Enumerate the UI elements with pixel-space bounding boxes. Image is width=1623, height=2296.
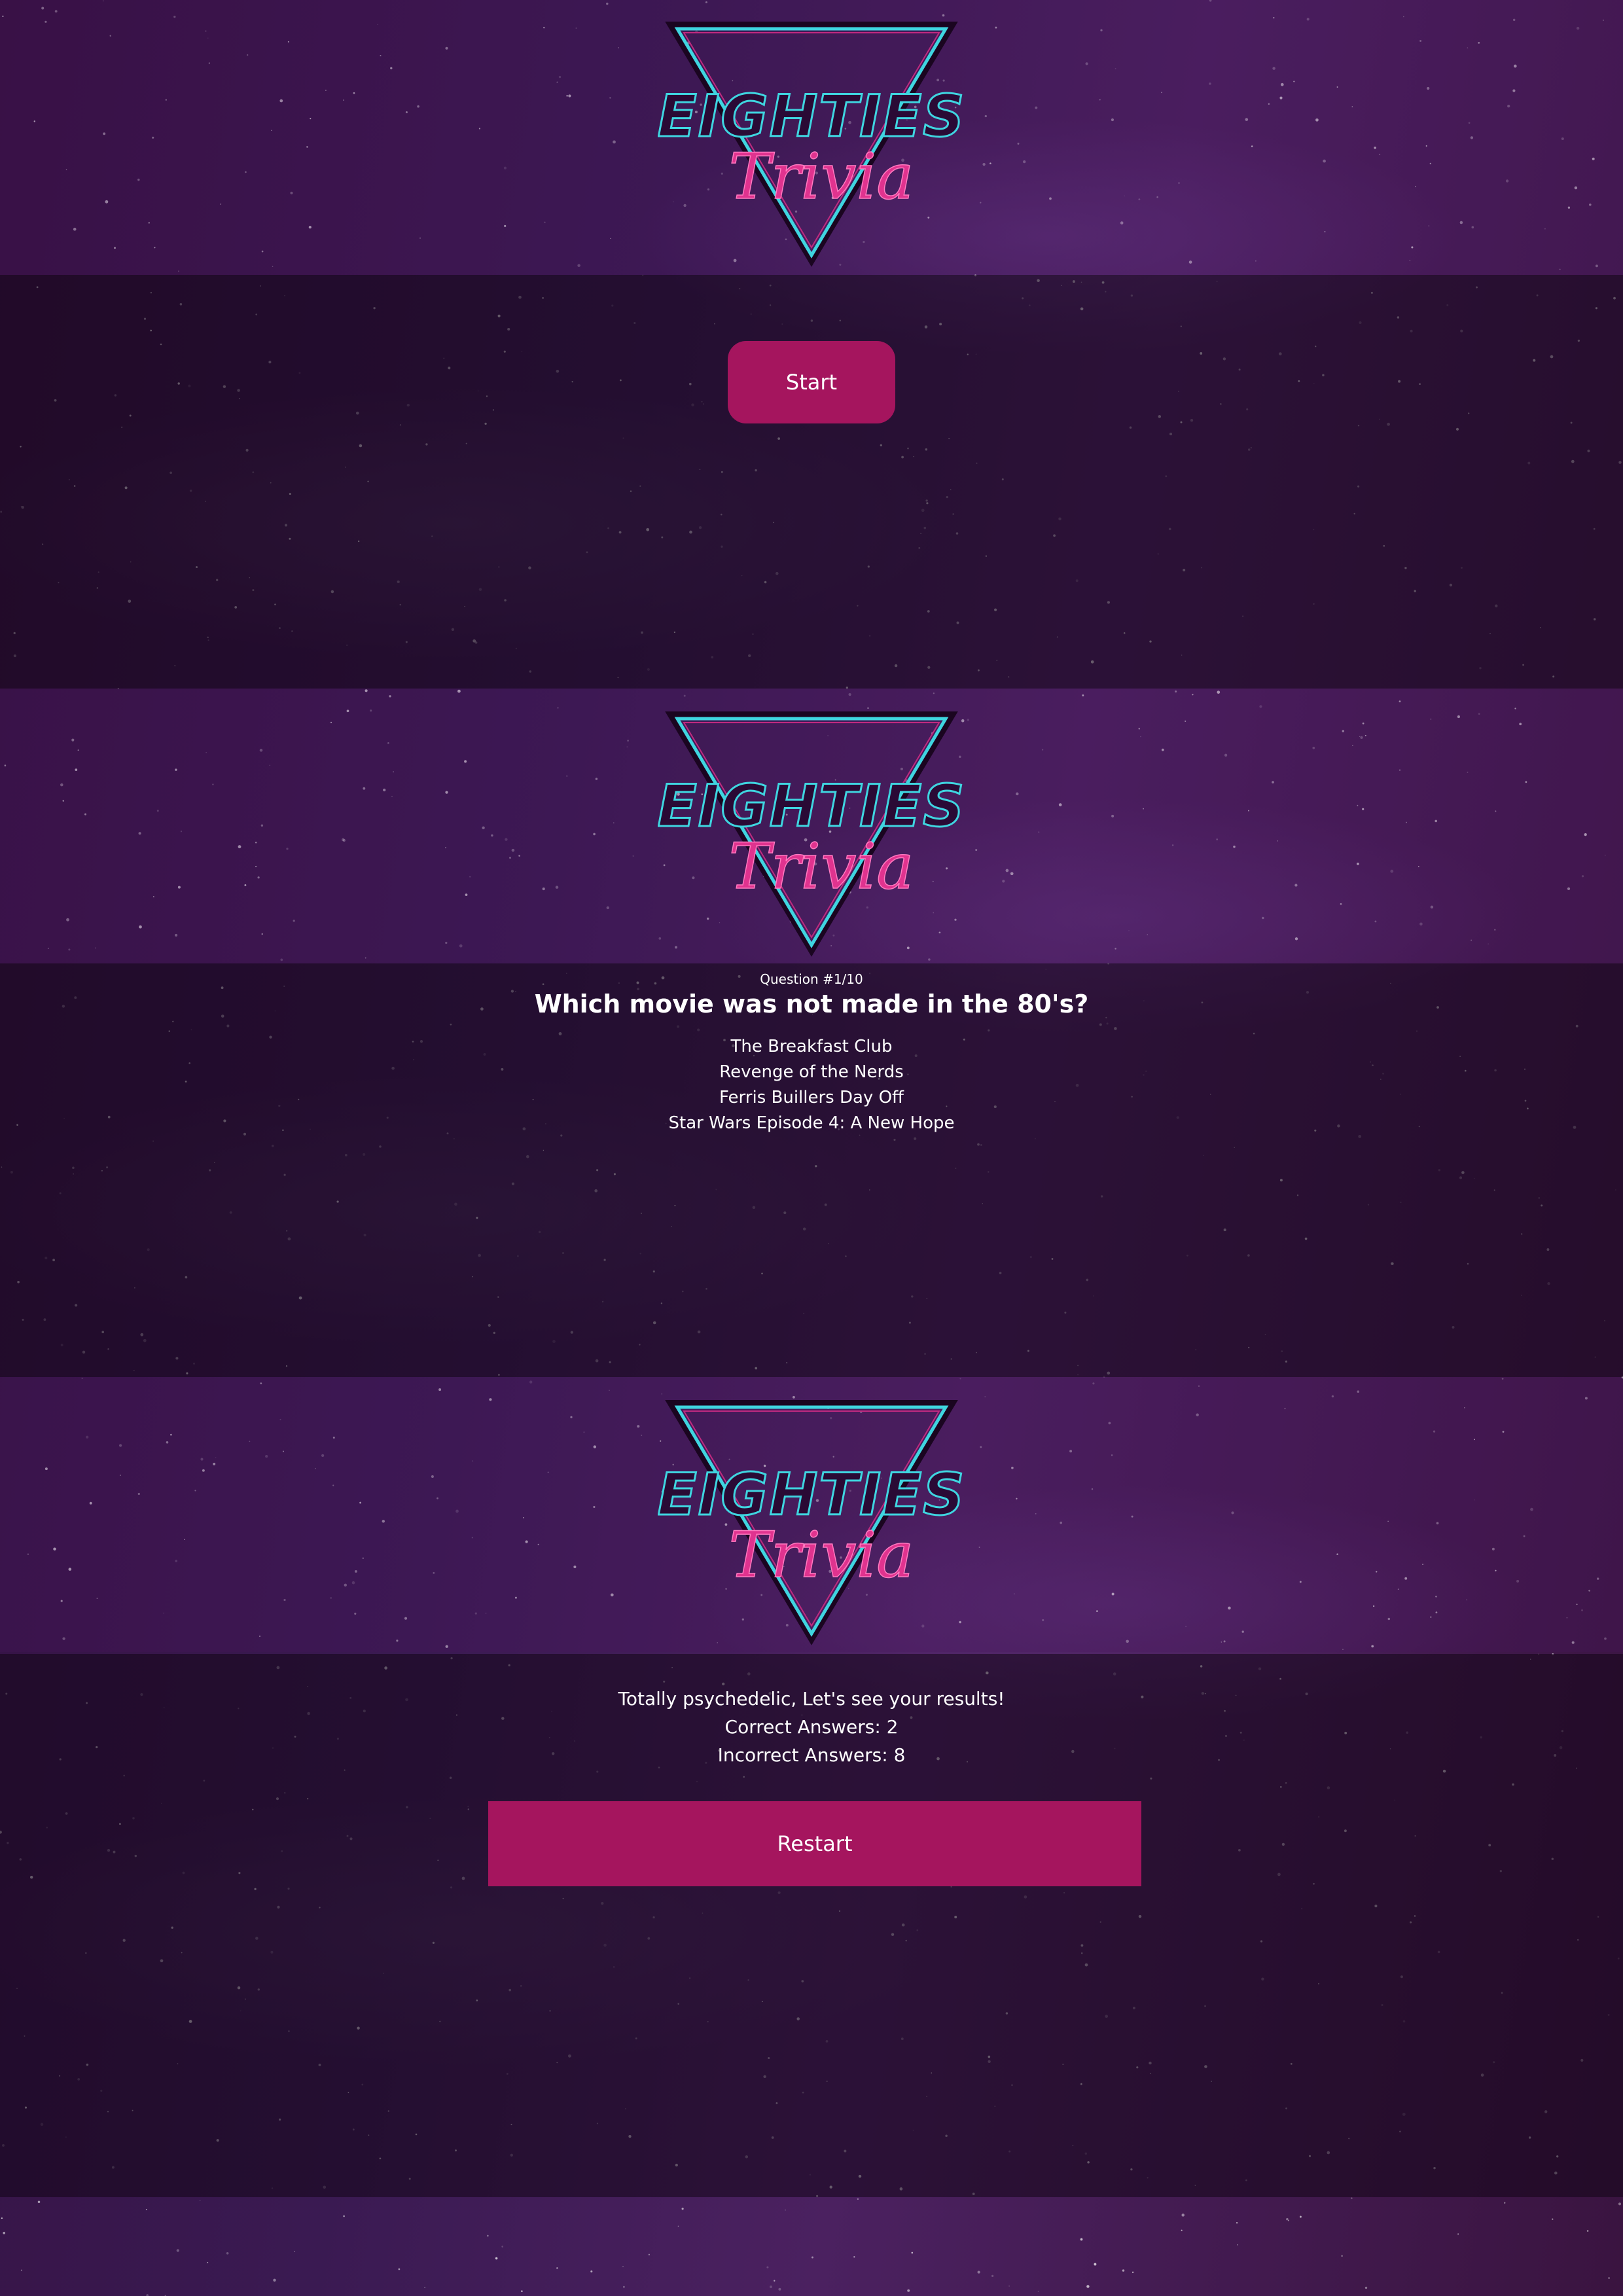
question-text: Which movie was not made in the 80's? xyxy=(534,990,1089,1018)
star-dot xyxy=(486,2234,489,2237)
answer-option[interactable]: The Breakfast Club xyxy=(0,1034,1623,1060)
incorrect-answers-count: Incorrect Answers: 8 xyxy=(717,1744,906,1766)
answer-list: The Breakfast Club Revenge of the Nerds … xyxy=(0,1034,1623,1136)
answer-option[interactable]: Star Wars Episode 4: A New Hope xyxy=(0,1111,1623,1136)
star-dot xyxy=(1122,2269,1125,2272)
star-dot xyxy=(770,2286,772,2288)
star-dot xyxy=(1299,2215,1302,2218)
star-dot xyxy=(812,2256,813,2259)
star-dot xyxy=(907,2289,910,2292)
star-dot xyxy=(1080,2238,1083,2241)
star-dot xyxy=(648,2253,651,2255)
star-dot xyxy=(343,2215,345,2217)
star-dot xyxy=(207,2261,209,2263)
correct-answers-count: Correct Answers: 2 xyxy=(724,1716,899,1738)
star-dot xyxy=(1618,2202,1622,2206)
star-dot xyxy=(1341,2255,1343,2257)
star-dot xyxy=(857,2198,859,2200)
star-dot xyxy=(1286,2217,1289,2221)
restart-button[interactable]: Restart xyxy=(488,1801,1141,1886)
star-dot xyxy=(3,2231,6,2234)
star-dot xyxy=(1586,2230,1589,2232)
star-dot xyxy=(145,2208,147,2210)
star-dot xyxy=(521,2290,523,2292)
star-dot xyxy=(1181,2214,1185,2217)
star-dot xyxy=(677,2225,679,2227)
star-dot xyxy=(622,2266,624,2267)
star-dot xyxy=(1504,2202,1506,2204)
star-dot xyxy=(1181,2229,1183,2231)
eighties-trivia-logo: EIGHTIES Trivia xyxy=(658,18,965,267)
star-dot xyxy=(424,2287,425,2289)
star-dot xyxy=(226,2252,229,2255)
star-dot xyxy=(37,2200,41,2204)
star-dot xyxy=(1094,2263,1097,2266)
star-dot xyxy=(1457,2233,1459,2235)
svg-text:Trivia: Trivia xyxy=(729,830,914,903)
star-dot xyxy=(911,2251,914,2254)
star-dot xyxy=(1237,2244,1238,2246)
star-dot xyxy=(1236,2222,1238,2224)
star-dot xyxy=(623,2286,625,2288)
star-dot xyxy=(398,2268,401,2270)
star-dot xyxy=(1552,2218,1554,2220)
results-summary: Totally psychedelic, Let's see your resu… xyxy=(0,1685,1623,1769)
star-dot xyxy=(1364,2286,1368,2289)
star-dot xyxy=(501,2246,504,2248)
results-message: Totally psychedelic, Let's see your resu… xyxy=(618,1688,1005,1710)
content-band-question xyxy=(0,963,1623,1377)
star-dot xyxy=(681,2208,684,2210)
star-dot xyxy=(176,2249,179,2252)
star-dot xyxy=(1,2217,3,2219)
star-dot xyxy=(556,2267,558,2269)
star-dot xyxy=(774,2280,776,2282)
star-dot xyxy=(853,2256,855,2258)
star-dot xyxy=(766,2266,769,2269)
start-button[interactable]: Start xyxy=(728,341,895,423)
star-dot xyxy=(1008,2285,1010,2287)
star-dot xyxy=(1132,2271,1134,2273)
eighties-trivia-logo: EIGHTIES Trivia xyxy=(658,1397,965,1645)
answer-option[interactable]: Revenge of the Nerds xyxy=(0,1060,1623,1085)
star-dot xyxy=(590,2270,593,2273)
star-dot xyxy=(1086,2285,1090,2288)
svg-text:Trivia: Trivia xyxy=(729,1518,914,1592)
star-dot xyxy=(778,2287,781,2291)
star-dot xyxy=(977,2270,980,2274)
star-dot xyxy=(1351,2197,1353,2199)
star-dot xyxy=(273,2278,276,2282)
answer-option[interactable]: Ferris Buillers Day Off xyxy=(0,1085,1623,1111)
star-dot xyxy=(495,2257,498,2260)
star-dot xyxy=(1608,2277,1610,2279)
star-dot xyxy=(20,2269,22,2271)
star-dot xyxy=(1287,2219,1289,2221)
eighties-trivia-logo: EIGHTIES Trivia xyxy=(658,708,965,957)
question-counter: Question #1/10 xyxy=(760,971,863,987)
star-dot xyxy=(991,2274,994,2278)
svg-text:Trivia: Trivia xyxy=(729,140,914,213)
content-band-start xyxy=(0,275,1623,689)
